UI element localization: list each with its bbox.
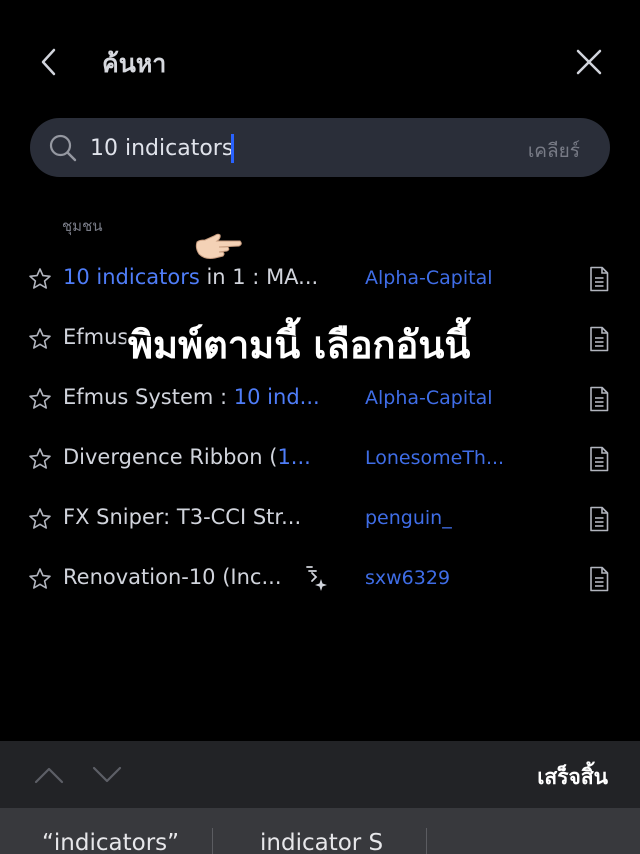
result-row[interactable]: 10 indicators in 1 : MA... Alpha-Capital [0, 251, 640, 307]
document-icon[interactable] [589, 266, 609, 292]
header: ค้นหา [0, 0, 640, 110]
result-name: FX Sniper: T3-CCI Str... [63, 505, 333, 529]
document-icon[interactable] [589, 386, 609, 412]
pointing-hand-icon [195, 233, 242, 259]
result-name: 10 indicators in 1 : MA... [63, 265, 333, 289]
editors-pick-icon [306, 566, 327, 591]
suggestion-bar: “indicators” indicator S [0, 808, 640, 854]
result-author[interactable]: penguin_ [365, 507, 565, 529]
suggestion-divider [212, 828, 213, 854]
star-icon[interactable] [28, 387, 52, 411]
result-name-pre: Renovation-10 (Inc... [63, 565, 282, 589]
result-name-highlight: 10 indicators [63, 265, 200, 289]
clear-button[interactable]: เคลียร์ [528, 136, 580, 166]
result-name-pre: Efmus [63, 325, 129, 349]
section-label: ชุมชน [62, 217, 103, 235]
result-author[interactable]: LonesomeTh... [365, 447, 565, 469]
result-name: Efmus System : 10 ind... [63, 385, 333, 409]
close-icon[interactable] [570, 43, 608, 81]
star-icon[interactable] [28, 447, 52, 471]
result-row[interactable]: FX Sniper: T3-CCI Str... penguin_ [0, 491, 640, 547]
star-icon[interactable] [28, 507, 52, 531]
back-icon[interactable] [34, 46, 66, 78]
result-name-highlight: 1... [277, 445, 311, 469]
document-icon[interactable] [589, 326, 609, 352]
result-row[interactable]: Efmus System : 10 ind... Alpha-Capital [0, 371, 640, 427]
text-caret [231, 134, 234, 163]
overlay-caption: พิมพ์ตามนี้ เลือกอันนี้ [128, 323, 471, 367]
star-icon[interactable] [28, 567, 52, 591]
suggestion-item[interactable]: indicator S [260, 830, 383, 854]
result-name: Renovation-10 (Inc... [63, 565, 333, 589]
keyboard-toolbar: เสร็จสิ้น [0, 741, 640, 808]
suggestion-divider [426, 828, 427, 854]
result-name-highlight: 10 ind... [233, 385, 320, 409]
done-button[interactable]: เสร็จสิ้น [537, 761, 608, 794]
document-icon[interactable] [589, 566, 609, 592]
page-title: ค้นหา [102, 49, 167, 78]
search-input[interactable] [90, 128, 510, 168]
result-name: Divergence Ribbon (1... [63, 445, 333, 469]
star-icon[interactable] [28, 267, 52, 291]
result-name-pre: Divergence Ribbon ( [63, 445, 278, 469]
result-author[interactable]: Alpha-Capital [365, 387, 565, 409]
document-icon[interactable] [589, 446, 609, 472]
document-icon[interactable] [589, 506, 609, 532]
search-icon [49, 134, 77, 162]
result-name-pre: FX Sniper: T3-CCI Str... [63, 505, 302, 529]
star-icon[interactable] [28, 327, 52, 351]
result-row[interactable]: Divergence Ribbon (1... LonesomeTh... [0, 431, 640, 487]
search-bar: เคลียร์ [30, 118, 610, 177]
result-author[interactable]: Alpha-Capital [365, 267, 565, 289]
result-row[interactable]: Renovation-10 (Inc... sxw6329 [0, 551, 640, 607]
chevron-up-icon[interactable] [34, 765, 64, 785]
result-author[interactable]: sxw6329 [365, 567, 565, 589]
result-name-post: in 1 : MA... [199, 265, 319, 289]
suggestion-item[interactable]: “indicators” [42, 830, 179, 854]
chevron-down-icon[interactable] [92, 765, 122, 785]
result-name-pre: Efmus System : [63, 385, 234, 409]
